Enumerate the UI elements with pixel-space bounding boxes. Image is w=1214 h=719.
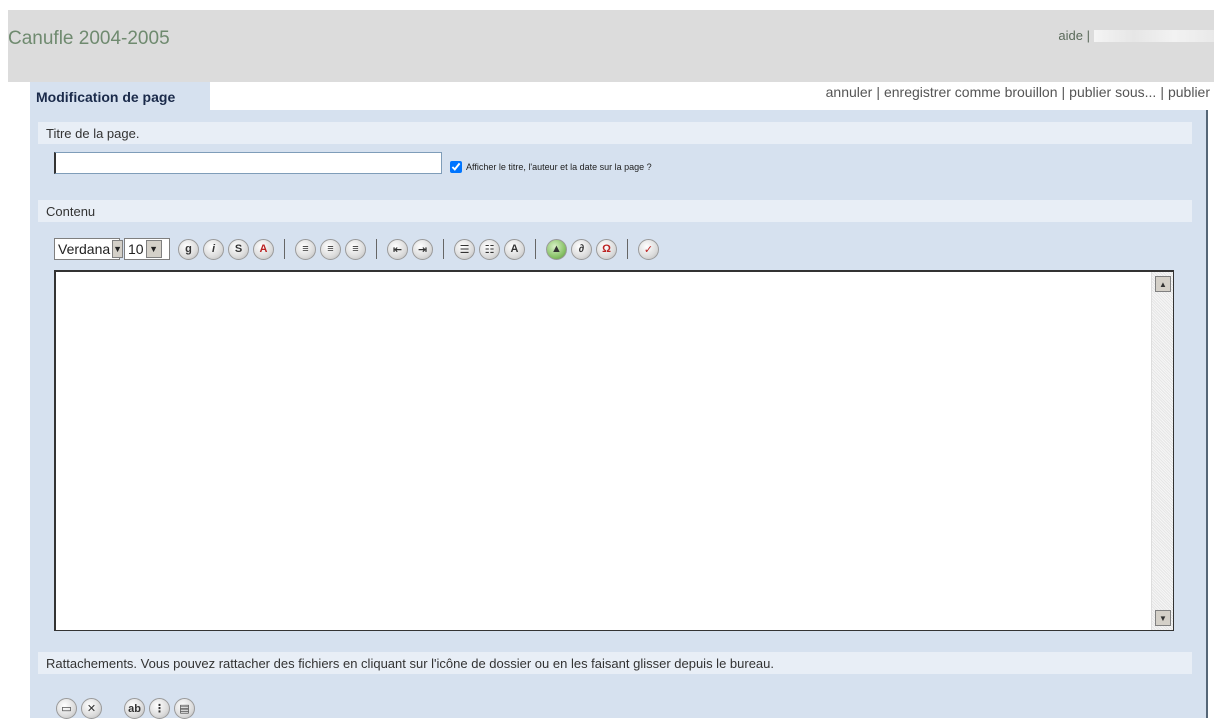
scroll-up-icon[interactable]: ▲: [1155, 276, 1171, 292]
bulleted-list-icon[interactable]: ☰: [454, 238, 475, 260]
align-right-icon[interactable]: ≡: [345, 238, 366, 260]
attachment-toolbar: ▭ ✕ ab ⋮ ▤: [56, 698, 195, 719]
page-actions: annuler | enregistrer comme brouillon | publ…: [825, 84, 1210, 100]
indent-icon[interactable]: ⇥: [412, 238, 433, 260]
content-editor[interactable]: ▲ ▼: [54, 270, 1174, 631]
help-link[interactable]: aide |: [1058, 28, 1090, 43]
scroll-down-icon[interactable]: ▼: [1155, 610, 1171, 626]
numbered-list-icon[interactable]: ☷: [479, 238, 500, 260]
font-color-icon[interactable]: A: [253, 238, 274, 260]
delete-icon[interactable]: ✕: [81, 698, 102, 719]
insert-image-icon[interactable]: ▲: [546, 238, 567, 260]
align-left-icon[interactable]: ≡: [295, 238, 316, 260]
list-view-icon[interactable]: ⋮: [149, 698, 170, 719]
page-edit-tab: Modification de page: [30, 82, 210, 112]
cancel-link[interactable]: annuler: [826, 84, 873, 100]
rename-icon[interactable]: ab: [124, 698, 145, 719]
user-name-masked[interactable]: [1094, 29, 1214, 42]
strikethrough-icon[interactable]: S: [228, 238, 249, 260]
title-section-label: Titre de la page.: [38, 122, 1192, 144]
publish-as-link[interactable]: publier sous...: [1069, 84, 1156, 100]
chevron-down-icon: ▼: [112, 240, 124, 258]
help-area: aide |: [1058, 28, 1214, 43]
show-meta-label: Afficher le titre, l'auteur et la date s…: [466, 162, 652, 172]
show-meta-checkbox[interactable]: [450, 161, 462, 173]
site-title[interactable]: Canufle 2004-2005: [8, 28, 170, 50]
attach-link-icon[interactable]: ∂: [571, 238, 592, 260]
bold-icon[interactable]: g: [178, 238, 199, 260]
folder-open-icon[interactable]: ▭: [56, 698, 77, 719]
show-meta-option[interactable]: Afficher le titre, l'auteur et la date s…: [450, 161, 652, 173]
font-size-select[interactable]: 10 ▼: [124, 238, 170, 260]
italic-icon[interactable]: i: [203, 238, 224, 260]
font-family-select[interactable]: Verdana ▼: [54, 238, 124, 260]
align-center-icon[interactable]: ≡: [320, 238, 341, 260]
publish-link[interactable]: publier: [1168, 84, 1210, 100]
chevron-down-icon: ▼: [145, 240, 162, 258]
details-view-icon[interactable]: ▤: [174, 698, 195, 719]
font-size-icon[interactable]: A: [504, 238, 525, 260]
outdent-icon[interactable]: ⇤: [387, 238, 408, 260]
formatting-toolbar: Verdana ▼ 10 ▼ g i S A ≡ ≡ ≡ ⇤ ⇥ ☰ ☷ A ▲…: [54, 236, 659, 262]
special-character-icon[interactable]: Ω: [596, 238, 617, 260]
editor-panel: Titre de la page. Afficher le titre, l'a…: [30, 110, 1208, 719]
content-section-label: Contenu: [38, 200, 1192, 222]
attachments-section-label: Rattachements. Vous pouvez rattacher des…: [38, 652, 1192, 674]
top-bar: Canufle 2004-2005 aide |: [8, 10, 1214, 82]
page-title-input[interactable]: [54, 152, 442, 174]
editor-scrollbar[interactable]: ▲ ▼: [1151, 272, 1173, 630]
spellcheck-icon[interactable]: ✓: [638, 238, 659, 260]
save-draft-link[interactable]: enregistrer comme brouillon: [884, 84, 1058, 100]
